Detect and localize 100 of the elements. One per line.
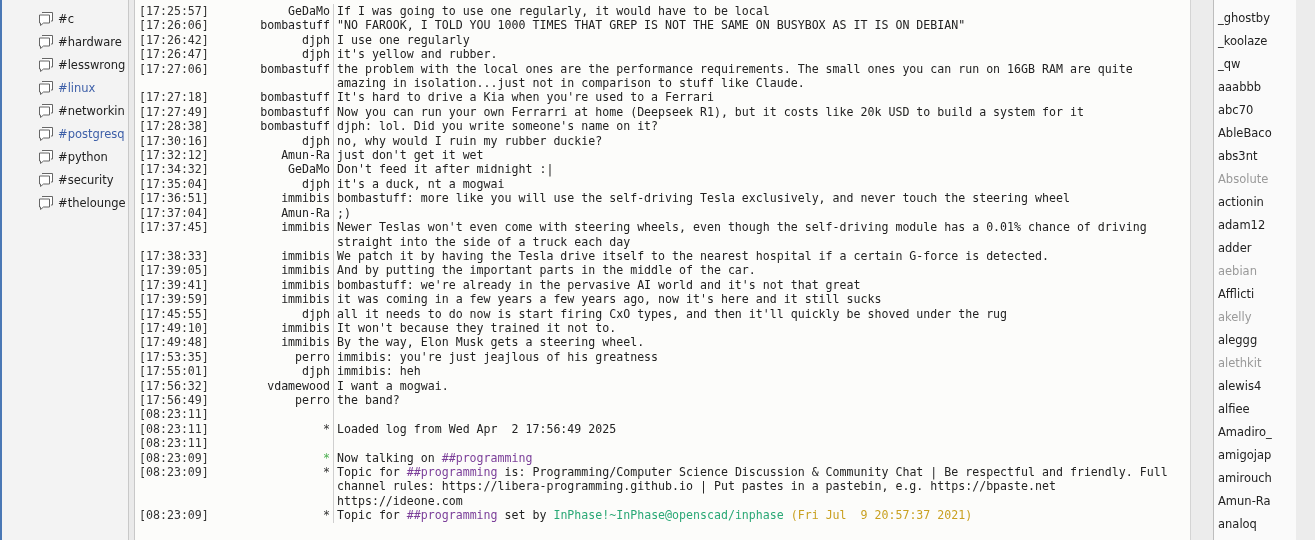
user-list-item[interactable]: _qw bbox=[1218, 56, 1296, 79]
topic-date: (Fri Jul 9 20:57:37 2021) bbox=[789, 508, 973, 523]
nickname[interactable]: bombastuff bbox=[260, 61, 330, 76]
message-text: It's hard to drive a Kia when you're used to a Ferrari bbox=[337, 90, 714, 105]
channel-item[interactable]: #postgresq bbox=[58, 126, 125, 141]
chat-bubble-icon bbox=[38, 103, 54, 118]
timestamp: [08:23:11] bbox=[138, 436, 210, 451]
message-text: bombastuff: more like you will use the self-driving Tesla exclusively, and never touch the steering wheel bbox=[337, 191, 1070, 206]
nickname[interactable]: immibis bbox=[281, 248, 330, 263]
nickname[interactable]: immibis bbox=[281, 220, 330, 235]
message-text: immibis: heh bbox=[337, 364, 421, 379]
nickname[interactable]: immibis bbox=[281, 263, 330, 278]
message-text: djph: lol. Did you write someone's name on it? bbox=[337, 119, 659, 134]
nickname[interactable]: Amun-Ra bbox=[281, 205, 330, 220]
chat-bubble-icon bbox=[38, 34, 54, 49]
timestamp: [08:23:09] bbox=[138, 450, 210, 465]
nickname[interactable]: immibis bbox=[281, 292, 330, 307]
nickname[interactable]: djph bbox=[302, 133, 330, 148]
nickname[interactable]: vdamewood bbox=[267, 378, 330, 393]
panel-splitter[interactable] bbox=[1190, 0, 1214, 540]
message-text: Loaded log from Wed Apr 2 17:56:49 2025 bbox=[337, 421, 617, 436]
message-text: ;) bbox=[337, 205, 351, 220]
chat-bubble-icon bbox=[38, 11, 54, 26]
user-list-item[interactable]: Amadiro_ bbox=[1218, 424, 1296, 447]
message-text: the problem with the local ones are the performance requirements. The small ones you can run on 16GB RAM are quite amazing in isolation...just not in comparison to stuff like Claude. bbox=[337, 61, 1134, 91]
nickname[interactable]: djph bbox=[302, 364, 330, 379]
channel-item[interactable]: #hardware bbox=[58, 34, 122, 49]
timestamp: [17:55:01] bbox=[138, 364, 210, 379]
message-text: If I was going to use one regularly, it would have to be local bbox=[337, 4, 770, 18]
user-list-item[interactable]: aaabbb bbox=[1218, 79, 1296, 102]
message-text: bombastuff: we're already in the pervasive AI world and it's not that great bbox=[337, 277, 861, 292]
chat-bubble-icon bbox=[38, 149, 54, 164]
channel-link[interactable]: ##programming bbox=[441, 450, 533, 465]
nickname[interactable]: perro bbox=[295, 392, 330, 407]
nickname[interactable]: djph bbox=[302, 32, 330, 47]
nickname[interactable]: bombastuff bbox=[260, 119, 330, 134]
message-text: it was coming in a few years a few years ago, now it's here and it still sucks bbox=[337, 292, 882, 307]
chat-bubble-icon bbox=[38, 80, 54, 95]
timestamp: [17:37:04] bbox=[138, 205, 210, 221]
nickname[interactable]: djph bbox=[302, 306, 330, 321]
user-list-item[interactable]: abc70 bbox=[1218, 102, 1296, 125]
user-list-item[interactable]: amirouch bbox=[1218, 470, 1296, 493]
user-list-item[interactable]: abs3nt bbox=[1218, 148, 1296, 171]
message-text: By the way, Elon Musk gets a steering wheel. bbox=[337, 335, 645, 350]
nickname[interactable]: GeDaMo bbox=[288, 4, 330, 18]
nickname[interactable]: bombastuff bbox=[260, 18, 330, 33]
channel-item[interactable]: #security bbox=[58, 172, 114, 187]
user-list-item[interactable]: Amun-Ra bbox=[1218, 493, 1296, 516]
nickname[interactable]: immibis bbox=[281, 277, 330, 292]
timestamp: [17:37:45] bbox=[138, 220, 210, 237]
chat-bubble-icon bbox=[38, 57, 54, 72]
nickname[interactable]: immibis bbox=[281, 191, 330, 206]
user-list-item[interactable]: _koolaze bbox=[1218, 33, 1296, 56]
nickname[interactable]: djph bbox=[302, 47, 330, 62]
timestamp: [17:34:32] bbox=[138, 162, 210, 177]
message-text: Topic for ##programming set by InPhase!~InPhase@openscad/inphase (Fri Jul 9 20:57:37 2021) bbox=[337, 508, 973, 523]
timestamp: [17:38:33] bbox=[138, 248, 210, 264]
message-text: just don't get it wet bbox=[337, 148, 484, 163]
status-marker: * bbox=[323, 450, 330, 465]
user-list-item[interactable]: adder bbox=[1218, 240, 1296, 263]
message-text: no, why would I ruin my rubber duckie? bbox=[337, 133, 603, 148]
message-text: Don't feed it after midnight :| bbox=[337, 162, 554, 177]
user-list-item[interactable]: Afflicti bbox=[1218, 286, 1296, 309]
channel-item[interactable]: #c bbox=[58, 11, 74, 26]
user-list-item[interactable]: analoq bbox=[1218, 516, 1296, 539]
timestamp: [17:25:57] bbox=[138, 4, 210, 19]
channel-item[interactable]: #thelounge bbox=[58, 195, 126, 210]
nickname[interactable]: immibis bbox=[281, 320, 330, 335]
channel-link[interactable]: ##programming bbox=[406, 508, 498, 523]
timestamp: [17:39:41] bbox=[138, 277, 210, 293]
nickname[interactable]: bombastuff bbox=[260, 104, 330, 119]
user-list-item[interactable]: aleggg bbox=[1218, 332, 1296, 355]
user-list-item[interactable]: alfiee bbox=[1218, 401, 1296, 424]
channel-item[interactable]: #networkin bbox=[58, 103, 125, 118]
status-marker: * bbox=[323, 421, 330, 436]
nickname[interactable]: immibis bbox=[281, 335, 330, 350]
timestamp: [17:53:35] bbox=[138, 349, 210, 365]
timestamp: [17:49:48] bbox=[138, 335, 210, 350]
channel-link[interactable]: ##programming bbox=[406, 465, 498, 479]
timestamp: [17:56:32] bbox=[138, 378, 210, 393]
user-list-item[interactable]: actionin bbox=[1218, 194, 1296, 217]
user-list-item[interactable]: alewis4 bbox=[1218, 378, 1296, 401]
nickname[interactable]: Amun-Ra bbox=[281, 148, 330, 163]
user-list-item[interactable]: adam12 bbox=[1218, 217, 1296, 240]
nickname[interactable]: GeDaMo bbox=[288, 162, 330, 177]
status-marker: * bbox=[323, 508, 330, 523]
message-text: I want a mogwai. bbox=[337, 378, 449, 393]
channel-item[interactable]: #lesswrong bbox=[58, 57, 126, 72]
nickname[interactable]: bombastuff bbox=[260, 90, 330, 105]
nickname[interactable]: djph bbox=[302, 176, 330, 191]
channel-item[interactable]: #linux bbox=[58, 80, 96, 95]
channel-item[interactable]: #python bbox=[58, 149, 108, 164]
chat-bubble-icon bbox=[38, 126, 54, 141]
user-list-item[interactable]: amigojap bbox=[1218, 447, 1296, 470]
user-list-item[interactable]: AbleBaco bbox=[1218, 125, 1296, 148]
user-list-item[interactable]: _ghostby bbox=[1218, 10, 1296, 33]
nickname[interactable]: perro bbox=[295, 349, 330, 364]
timestamp: [17:27:49] bbox=[138, 104, 210, 120]
message-text: the band? bbox=[337, 392, 400, 407]
timestamp: [17:26:42] bbox=[138, 32, 210, 48]
